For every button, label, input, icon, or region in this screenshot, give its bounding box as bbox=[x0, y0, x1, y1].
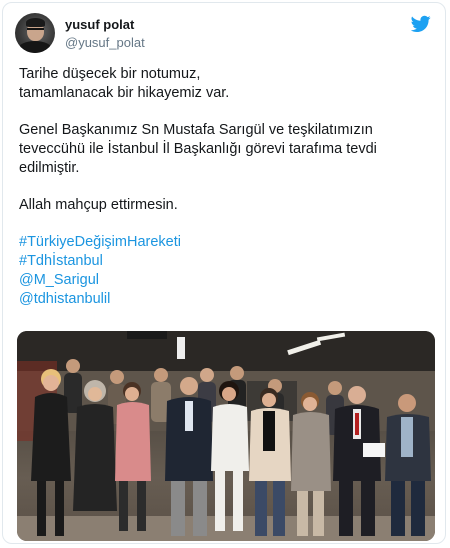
tweet-header: yusuf polat @yusuf_polat bbox=[15, 13, 435, 57]
mention-link[interactable]: @tdhistanbulil bbox=[19, 290, 437, 309]
hashtag-link[interactable]: #Tdhİstanbul bbox=[19, 252, 437, 271]
user-handle[interactable]: @yusuf_polat bbox=[65, 35, 145, 50]
tweet-line: Tarihe düşecek bir notumuz, bbox=[19, 66, 201, 82]
avatar[interactable] bbox=[15, 13, 55, 53]
group-photo-image bbox=[17, 331, 435, 541]
twitter-bird-icon[interactable] bbox=[411, 15, 431, 33]
tweet-line: Allah mahçup ettirmesin. bbox=[19, 197, 178, 213]
tweet-photo[interactable] bbox=[17, 331, 435, 541]
tweet-line: Genel Başkanımız Sn Mustafa Sarıgül ve t… bbox=[19, 122, 373, 138]
tweet-line: tamamlanacak bir hikayemiz var. bbox=[19, 85, 230, 101]
tweet-line: teveccühü ile İstanbul İl Başkanlığı gör… bbox=[19, 141, 377, 157]
tweet-card: yusuf polat @yusuf_polat Tarihe düşecek … bbox=[2, 2, 446, 544]
mention-link[interactable]: @M_Sarigul bbox=[19, 271, 437, 290]
tweet-body: Tarihe düşecek bir notumuz, tamamlanacak… bbox=[19, 65, 437, 309]
tweet-line: edilmiştir. bbox=[19, 160, 80, 176]
hashtag-link[interactable]: #TürkiyeDeğişimHareketi bbox=[19, 233, 437, 252]
display-name[interactable]: yusuf polat bbox=[65, 17, 134, 32]
